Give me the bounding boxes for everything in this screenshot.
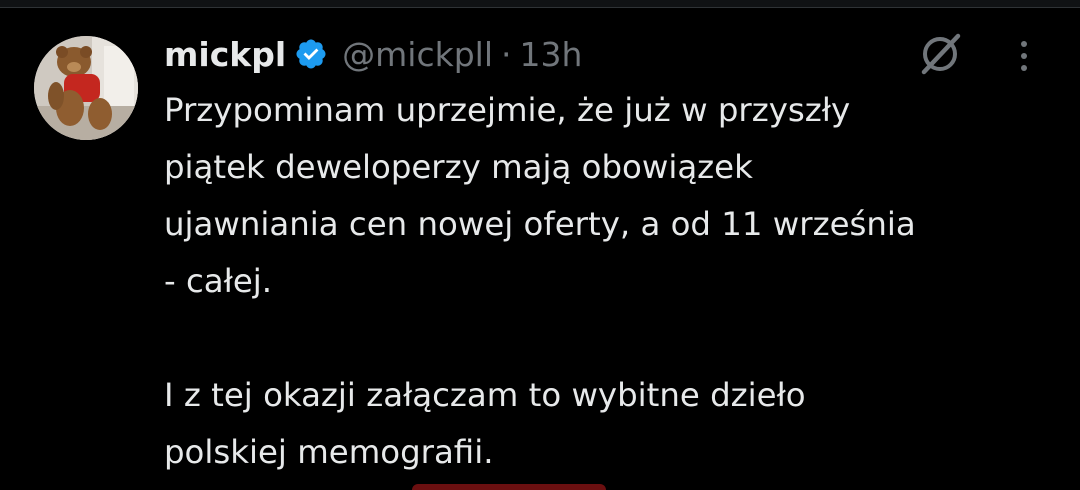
author-handle[interactable]: @mickpll [342,35,493,74]
tweet-paragraph-2: I z tej okazji załączam to wybitne dzieł… [164,367,1064,481]
avatar-teddy-bear-image [34,36,138,140]
avatar[interactable] [34,36,138,140]
timestamp[interactable]: 13h [520,35,583,74]
tweet-text-line: - całej. [164,262,273,300]
tweet-paragraph-1: Przypominam uprzejmie, że już w przyszły… [164,82,1064,310]
top-divider [0,0,1080,8]
tweet-text-line: Przypominam uprzejmie, że już w przyszły [164,91,851,129]
separator-dot: · [501,34,512,74]
tweet-text-line: I z tej okazji załączam to wybitne dzieł… [164,376,806,414]
more-vertical-icon[interactable] [1012,36,1036,76]
author-name[interactable]: mickpl [164,35,286,74]
tweet-text-line: piątek deweloperzy mają obowiązek [164,148,753,186]
tweet-text: Przypominam uprzejmie, że już w przyszły… [164,82,1064,481]
tweet-text-line: polskiej memografii. [164,433,494,471]
verified-badge-icon[interactable] [294,37,328,71]
tweet-text-line: ujawniania cen nowej oferty, a od 11 wrz… [164,205,916,243]
tweet-header: mickpl @mickpll · 13h [164,28,582,80]
attached-media-preview[interactable] [412,484,606,490]
grok-icon[interactable] [916,30,964,78]
